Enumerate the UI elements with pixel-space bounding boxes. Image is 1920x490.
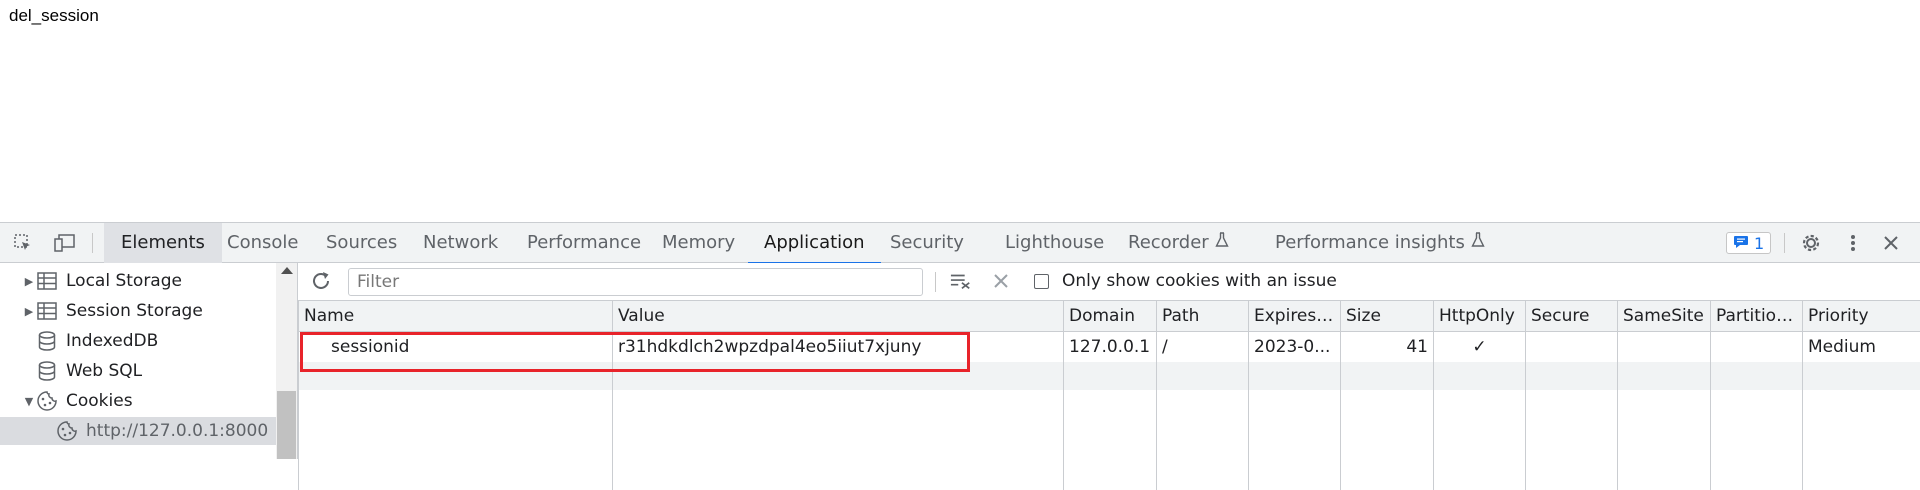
tab-performance[interactable]: Performance — [527, 223, 641, 263]
collapse-arrow-icon[interactable]: ▼ — [22, 395, 36, 408]
column-header-samesite[interactable]: SameSite — [1618, 301, 1711, 332]
devtools-panel: Elements Console Sources Network Perform… — [0, 222, 1920, 459]
empty-row — [299, 362, 1920, 390]
cookies-panel: Filter Only show cookies with an issue N… — [298, 263, 1920, 459]
table-header-row: Name Value Domain Path Expires ... Size … — [299, 301, 1920, 332]
cookie-icon — [36, 390, 58, 412]
cookie-priority[interactable]: Medium — [1803, 332, 1920, 363]
tab-network[interactable]: Network — [423, 223, 498, 263]
inspect-element-icon[interactable] — [12, 232, 34, 254]
column-header-partition[interactable]: Partition... — [1711, 301, 1803, 332]
sidebar-item-label: Cookies — [66, 391, 133, 411]
table-row[interactable]: sessionid r31hdkdlch2wpzdpal4eo5iiut7xju… — [299, 332, 1920, 363]
issues-icon — [1733, 234, 1749, 253]
sidebar-item-label: Session Storage — [66, 301, 203, 321]
sidebar-item-label: http://127.0.0.1:8000 — [86, 421, 268, 441]
devtools-tabbar: Elements Console Sources Network Perform… — [0, 222, 1920, 263]
sidebar-item-label: IndexedDB — [66, 331, 158, 351]
sidebar-item-session-storage[interactable]: ▶ Session Storage — [0, 297, 276, 325]
expand-arrow-icon[interactable]: ▶ — [22, 275, 36, 288]
refresh-icon[interactable] — [310, 270, 332, 292]
cookie-value[interactable]: r31hdkdlch2wpzdpal4eo5iiut7xjuny — [613, 332, 1064, 363]
sidebar-item-label: Web SQL — [66, 361, 142, 381]
gear-icon[interactable] — [1800, 232, 1822, 254]
sidebar-item-cookies[interactable]: ▼ Cookies — [0, 387, 276, 415]
only-issues-checkbox[interactable] — [1034, 274, 1049, 289]
column-header-size[interactable]: Size — [1341, 301, 1434, 332]
cookie-domain[interactable]: 127.0.0.1 — [1064, 332, 1157, 363]
filter-input[interactable]: Filter — [348, 268, 923, 296]
column-header-domain[interactable]: Domain — [1064, 301, 1157, 332]
expand-arrow-icon[interactable]: ▶ — [22, 305, 36, 318]
tab-elements[interactable]: Elements — [104, 223, 222, 263]
column-header-path[interactable]: Path — [1157, 301, 1249, 332]
sidebar-item-label: Local Storage — [66, 271, 182, 291]
scroll-up-arrow-icon[interactable] — [281, 267, 293, 274]
flask-icon — [1215, 223, 1229, 263]
tab-recorder[interactable]: Recorder — [1128, 223, 1229, 263]
sidebar-item-indexeddb[interactable]: IndexedDB — [0, 327, 276, 355]
tab-memory[interactable]: Memory — [662, 223, 735, 263]
only-issues-label: Only show cookies with an issue — [1062, 271, 1337, 291]
cookie-partition[interactable] — [1711, 332, 1803, 363]
application-sidebar: ▶ Local Storage ▶ Session Storage Indexe… — [0, 263, 298, 459]
close-icon[interactable] — [1880, 232, 1902, 254]
cookie-httponly[interactable]: ✓ — [1434, 332, 1526, 363]
table-icon — [36, 270, 58, 292]
tab-performance-insights-label: Performance insights — [1275, 232, 1465, 253]
column-header-secure[interactable]: Secure — [1526, 301, 1618, 332]
cookie-path[interactable]: / — [1157, 332, 1249, 363]
cookie-icon — [56, 420, 78, 442]
empty-row — [299, 390, 1920, 490]
cookie-size[interactable]: 41 — [1341, 332, 1434, 363]
cookies-toolbar: Filter Only show cookies with an issue — [298, 263, 1920, 301]
issues-count: 1 — [1754, 234, 1764, 253]
clear-all-icon[interactable] — [950, 270, 972, 292]
database-icon — [36, 360, 58, 382]
cookie-name[interactable]: sessionid — [299, 332, 613, 363]
column-header-priority[interactable]: Priority — [1803, 301, 1920, 332]
tab-lighthouse[interactable]: Lighthouse — [1005, 223, 1104, 263]
database-icon — [36, 330, 58, 352]
column-header-name[interactable]: Name — [299, 301, 613, 332]
cookie-secure[interactable] — [1526, 332, 1618, 363]
issues-badge[interactable]: 1 — [1726, 232, 1771, 254]
sidebar-item-cookie-origin[interactable]: http://127.0.0.1:8000 — [0, 417, 276, 445]
sidebar-item-local-storage[interactable]: ▶ Local Storage — [0, 267, 276, 295]
column-header-httponly[interactable]: HttpOnly — [1434, 301, 1526, 332]
device-toolbar-icon[interactable] — [54, 232, 76, 254]
sidebar-scrollbar-thumb[interactable] — [277, 391, 296, 459]
tab-sources[interactable]: Sources — [326, 223, 397, 263]
cookies-table: Name Value Domain Path Expires ... Size … — [298, 301, 1920, 490]
tab-console[interactable]: Console — [227, 223, 298, 263]
column-header-expires[interactable]: Expires ... — [1249, 301, 1341, 332]
tab-recorder-label: Recorder — [1128, 232, 1209, 253]
more-options-icon[interactable] — [1842, 232, 1864, 254]
page-body-text: del_session — [9, 6, 99, 26]
cookie-samesite[interactable] — [1618, 332, 1711, 363]
cookie-expires[interactable]: 2023-0... — [1249, 332, 1341, 363]
column-header-value[interactable]: Value — [613, 301, 1064, 332]
tab-performance-insights[interactable]: Performance insights — [1275, 223, 1485, 263]
flask-icon — [1471, 223, 1485, 263]
tab-application[interactable]: Application — [764, 223, 865, 263]
sidebar-item-web-sql[interactable]: Web SQL — [0, 357, 276, 385]
delete-selected-icon[interactable] — [990, 270, 1012, 292]
tab-security[interactable]: Security — [890, 223, 964, 263]
table-icon — [36, 300, 58, 322]
